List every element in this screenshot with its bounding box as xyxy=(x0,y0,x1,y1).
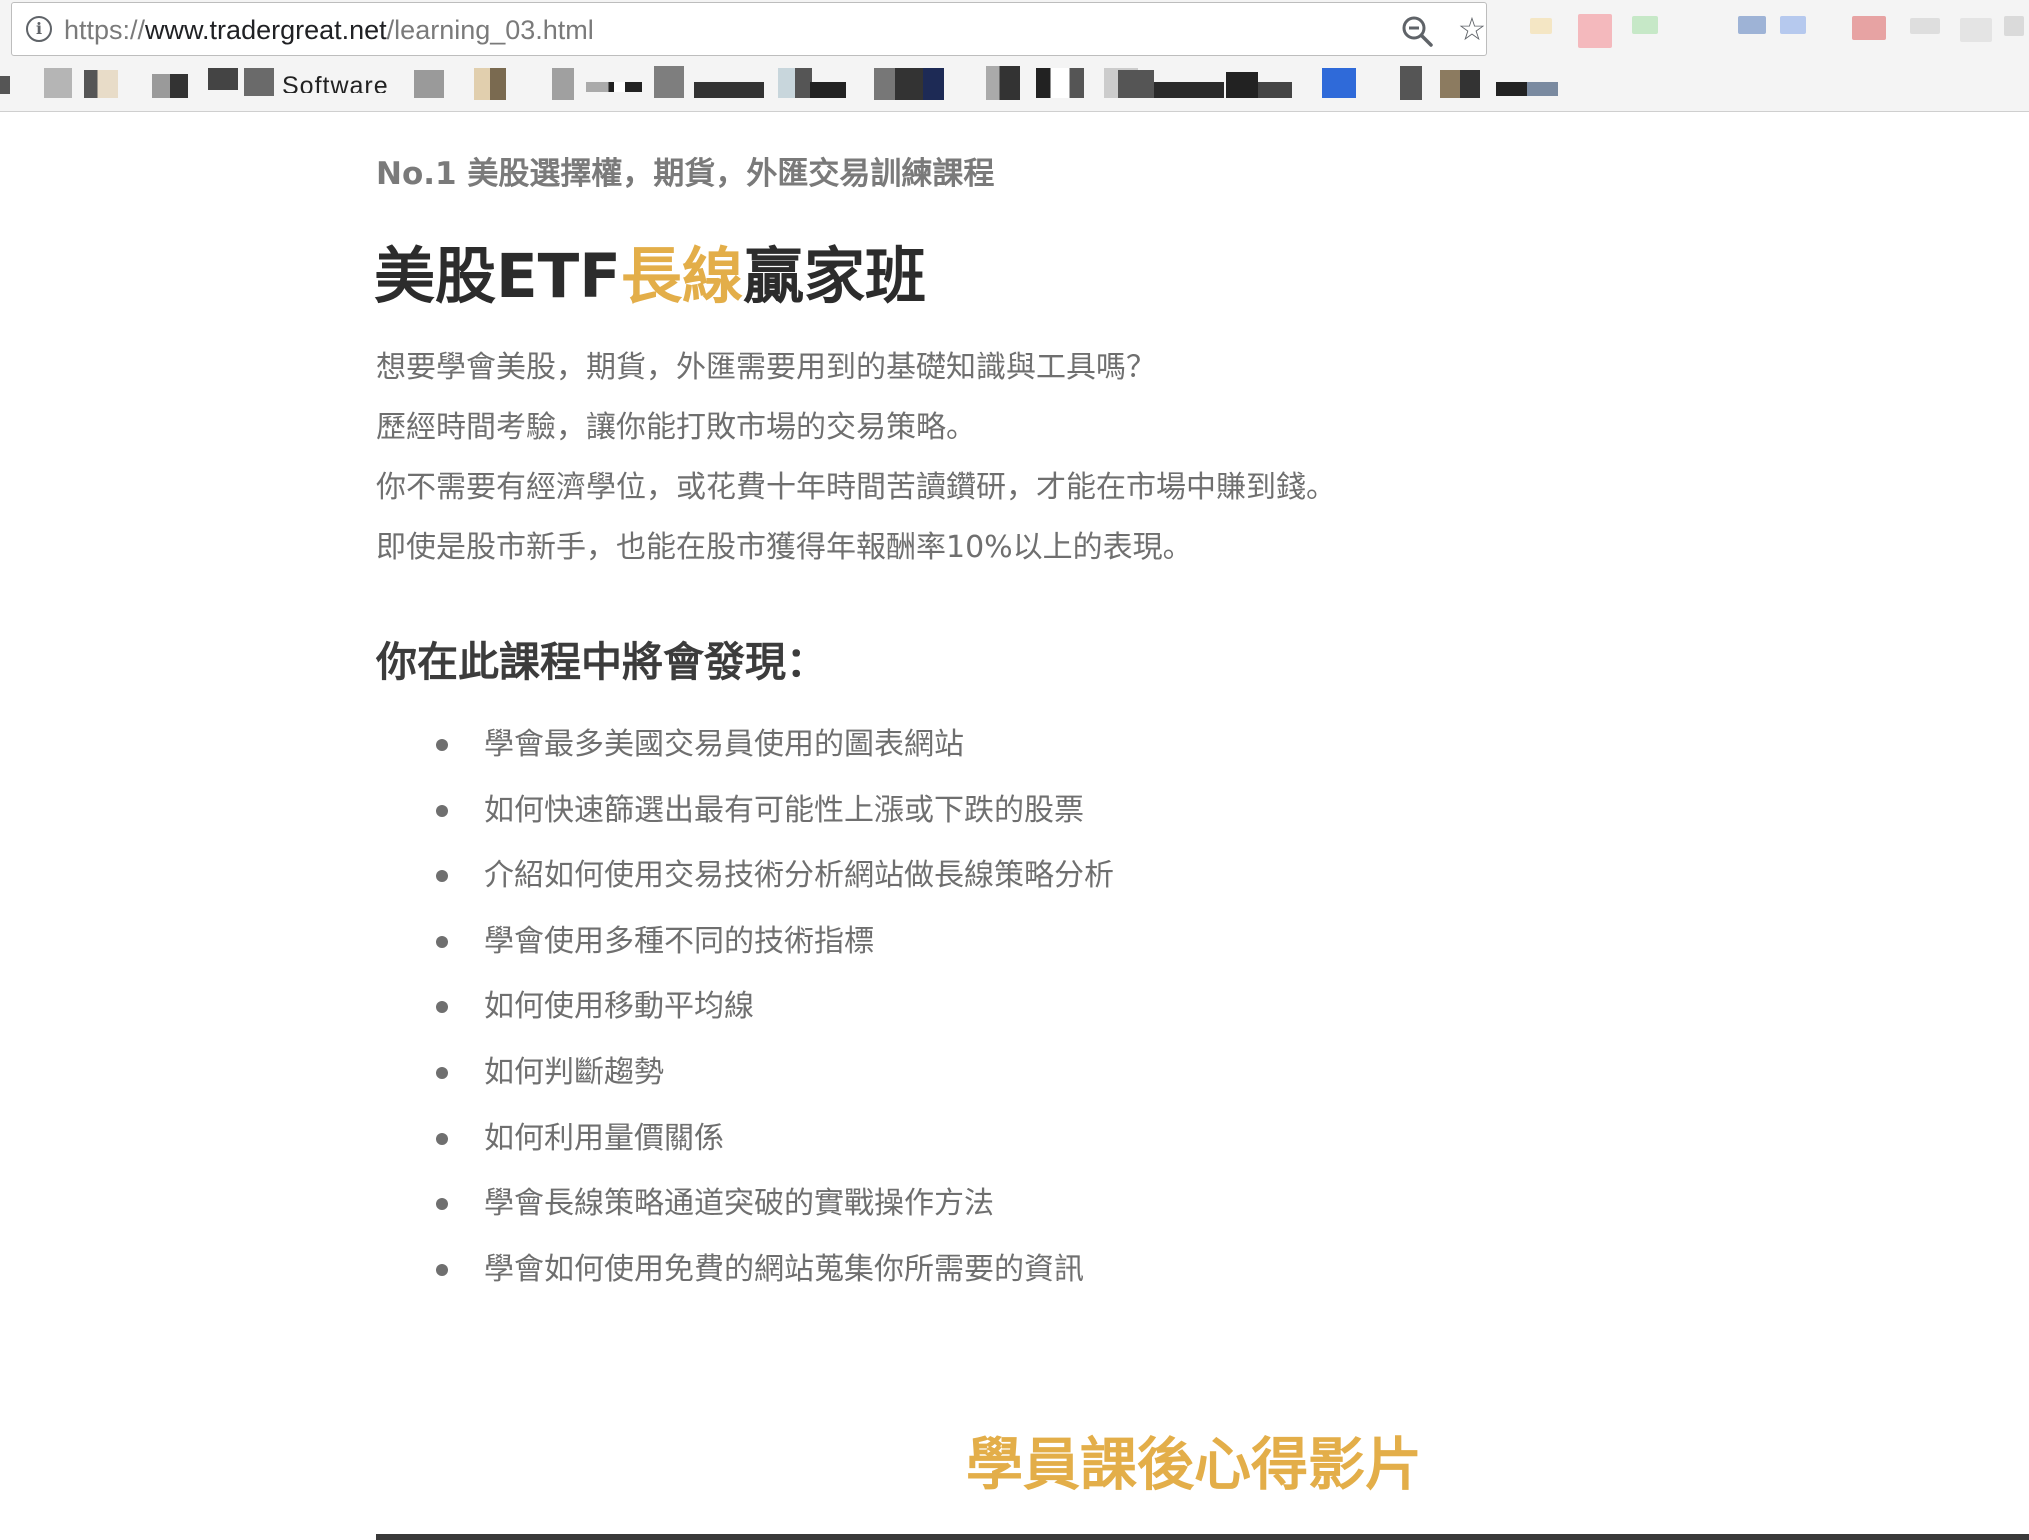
bookmark-item[interactable] xyxy=(1036,68,1084,98)
extension-icon[interactable] xyxy=(2004,16,2024,36)
bookmark-item[interactable] xyxy=(474,68,506,100)
course-tagline: No.1 美股選擇權，期貨，外匯交易訓練課程 xyxy=(376,156,995,192)
zoom-out-icon[interactable] xyxy=(1400,14,1434,48)
extension-icon[interactable] xyxy=(1910,18,1940,34)
extension-icon[interactable] xyxy=(1960,18,1992,42)
bullet-icon xyxy=(436,870,448,883)
list-item-text: 如何快速篩選出最有可能性上漲或下跌的股票 xyxy=(484,792,1084,828)
bullet-icon xyxy=(436,1263,448,1276)
bullet-icon xyxy=(436,1132,448,1145)
bookmark-item[interactable] xyxy=(654,66,684,98)
bookmark-item[interactable] xyxy=(1226,72,1258,98)
bullet-icon xyxy=(436,804,448,817)
url-path: /learning_03.html xyxy=(386,15,594,45)
bookmarks-bar: Software xyxy=(0,62,2029,110)
bookmark-item[interactable] xyxy=(1496,82,1558,96)
list-item-text: 介紹如何使用交易技術分析網站做長線策略分析 xyxy=(484,858,1114,894)
list-item: 如何使用移動平均線 xyxy=(436,974,1114,1040)
title-suffix: 贏家班 xyxy=(742,241,926,312)
section-heading: 你在此課程中將會發現： xyxy=(376,638,827,686)
browser-chrome: i https://www.tradergreat.net/learning_0… xyxy=(0,0,2029,112)
bookmark-item[interactable] xyxy=(244,68,274,96)
bookmark-item[interactable] xyxy=(414,70,444,98)
extension-icon[interactable] xyxy=(1632,16,1658,34)
bookmark-item[interactable] xyxy=(1258,82,1292,98)
title-prefix: 美股ETF xyxy=(374,241,621,312)
bullet-icon xyxy=(436,739,448,751)
list-item-text: 如何判斷趨勢 xyxy=(484,1054,664,1090)
info-icon[interactable]: i xyxy=(26,16,52,42)
list-item: 學會如何使用免費的網站蒐集你所需要的資訊 xyxy=(436,1237,1114,1303)
bookmark-item[interactable] xyxy=(986,66,1020,100)
bookmark-item[interactable] xyxy=(778,68,812,98)
list-item: 學會長線策略通道突破的實戰操作方法 xyxy=(436,1171,1114,1237)
bookmark-item[interactable] xyxy=(0,76,10,94)
intro-line: 想要學會美股，期貨，外匯需要用到的基礎知識與工具嗎？ xyxy=(376,350,1156,385)
bookmark-software[interactable]: Software xyxy=(282,71,389,93)
bookmark-item[interactable] xyxy=(1154,82,1224,98)
title-accent: 長線 xyxy=(620,241,743,312)
extension-icon[interactable] xyxy=(1530,18,1552,34)
extension-icon[interactable] xyxy=(1738,16,1766,34)
bookmark-item[interactable] xyxy=(1440,70,1480,98)
list-item: 介紹如何使用交易技術分析網站做長線策略分析 xyxy=(436,843,1114,909)
url-text[interactable]: https://www.tradergreat.net/learning_03.… xyxy=(64,12,594,48)
feature-list: 學會最多美國交易員使用的圖表網站 如何快速篩選出最有可能性上漲或下跌的股票 介紹… xyxy=(436,712,1114,1302)
bullet-icon xyxy=(436,1066,448,1079)
extension-icon[interactable] xyxy=(1780,16,1806,34)
intro-paragraph: 想要學會美股，期貨，外匯需要用到的基礎知識與工具嗎？ 歷經時間考驗，讓你能打敗市… xyxy=(376,338,1336,578)
bookmark-item[interactable] xyxy=(874,68,944,100)
bookmark-item[interactable] xyxy=(152,74,188,98)
url-scheme: https:// xyxy=(64,15,146,45)
bookmark-item[interactable] xyxy=(1400,66,1422,100)
list-item-text: 學會長線策略通道突破的實戰操作方法 xyxy=(484,1186,994,1222)
url-host: www.tradergreat.net xyxy=(145,15,387,45)
list-item-text: 學會如何使用免費的網站蒐集你所需要的資訊 xyxy=(484,1251,1084,1287)
intro-line: 歷經時間考驗，讓你能打敗市場的交易策略。 xyxy=(376,410,976,445)
bookmark-item[interactable] xyxy=(1322,68,1356,98)
list-item: 如何判斷趨勢 xyxy=(436,1040,1114,1106)
bullet-icon xyxy=(436,935,448,948)
bullet-icon xyxy=(436,1001,448,1014)
page-content: No.1 美股選擇權，期貨，外匯交易訓練課程 美股ETF長線贏家班 想要學會美股… xyxy=(0,112,2029,1540)
video-embed[interactable] xyxy=(376,1534,2029,1540)
bullet-icon xyxy=(436,1198,448,1211)
list-item: 如何利用量價關係 xyxy=(436,1106,1114,1172)
bookmark-item[interactable] xyxy=(552,68,574,100)
bookmark-item[interactable] xyxy=(1118,70,1154,98)
intro-line: 你不需要有經濟學位，或花費十年時間苦讀鑽研，才能在市場中賺到錢。 xyxy=(376,470,1336,505)
bookmark-item[interactable] xyxy=(694,82,764,98)
bookmark-item[interactable] xyxy=(586,82,642,92)
bookmark-item[interactable] xyxy=(44,68,72,98)
list-item-text: 學會最多美國交易員使用的圖表網站 xyxy=(484,727,964,762)
bookmark-item[interactable] xyxy=(810,82,846,98)
page-title: 美股ETF長線贏家班 xyxy=(374,236,926,318)
list-item: 學會使用多種不同的技術指標 xyxy=(436,909,1114,975)
list-item-text: 如何使用移動平均線 xyxy=(484,989,754,1025)
video-section-heading: 學員課後心得影片 xyxy=(966,1432,1422,1498)
bookmark-item[interactable] xyxy=(208,68,238,90)
list-item-text: 學會使用多種不同的技術指標 xyxy=(484,923,874,959)
intro-line: 即使是股市新手，也能在股市獲得年報酬率10%以上的表現。 xyxy=(376,530,1193,565)
list-item: 如何快速篩選出最有可能性上漲或下跌的股票 xyxy=(436,778,1114,844)
list-item-text: 如何利用量價關係 xyxy=(484,1120,724,1156)
extension-icon[interactable] xyxy=(1852,16,1886,40)
extension-icon[interactable] xyxy=(1578,14,1612,48)
star-icon[interactable]: ☆ xyxy=(1455,12,1489,46)
bookmark-item[interactable] xyxy=(84,70,118,98)
list-item: 學會最多美國交易員使用的圖表網站 xyxy=(436,712,1114,778)
extension-toolbar xyxy=(1510,8,2025,52)
address-bar[interactable]: i https://www.tradergreat.net/learning_0… xyxy=(11,2,1487,56)
